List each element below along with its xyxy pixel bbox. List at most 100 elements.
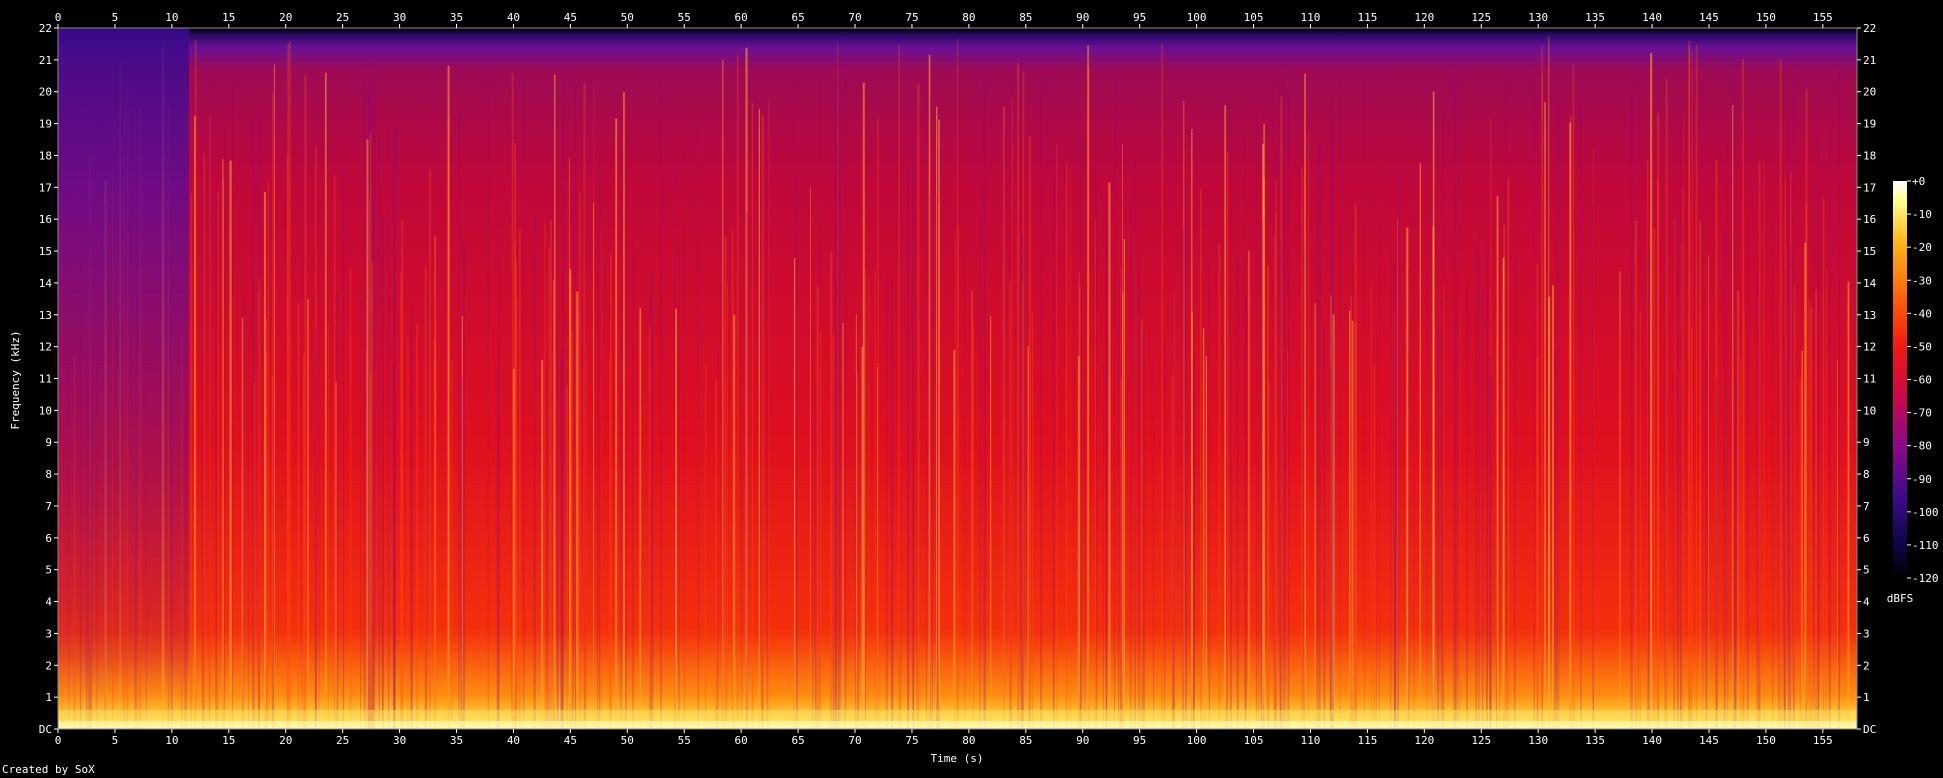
transient-stripe: [1040, 75, 1043, 729]
transient-stripe: [407, 336, 409, 729]
transient-stripe: [1702, 61, 1704, 729]
transient-stripe: [1513, 260, 1516, 729]
transient-stripe: [874, 270, 876, 729]
x-axis-bottom: 0 5 10 15 20 25 30 35 40 45 50 55 60 65 70 75 80 85 90 95 10…: [55, 729, 1833, 747]
transient-stripe: [416, 323, 418, 729]
transient-stripe: [1323, 326, 1326, 729]
colorbar-tick-label: -100: [1912, 506, 1939, 519]
transient-stripe: [498, 203, 500, 729]
transient-stripe: [576, 291, 579, 729]
transient-stripe: [907, 166, 910, 729]
transient-stripe: [1164, 346, 1166, 729]
transient-stripe: [1056, 144, 1058, 729]
transient-stripe: [814, 385, 817, 729]
transient-stripe: [1556, 101, 1558, 730]
colorbar: +0 -10 -20 -30 -40 -50 -60 -70 -80 -90 -100 -110 -12…: [1887, 175, 1939, 605]
x-tick-label: 0: [55, 11, 62, 24]
transient-stripe: [1226, 152, 1229, 729]
x-tick-label: 35: [450, 11, 463, 24]
y-tick-label: 14: [39, 277, 53, 290]
transient-stripe: [1778, 369, 1780, 729]
transient-stripe: [678, 249, 680, 730]
transient-stripe: [1120, 378, 1123, 729]
transient-stripe: [1153, 360, 1155, 729]
y-tick-label: DC: [1863, 723, 1876, 736]
transient-stripe: [1087, 45, 1089, 729]
transient-stripe: [1028, 137, 1031, 730]
x-tick-label: 50: [621, 11, 634, 24]
y-tick-label: 17: [1863, 181, 1876, 194]
transient-stripe: [429, 168, 431, 729]
transient-stripe: [615, 118, 618, 730]
transient-stripe: [371, 261, 374, 729]
transient-stripe: [1664, 197, 1666, 729]
transient-stripe: [1244, 138, 1246, 729]
transient-stripe: [1017, 63, 1020, 730]
transient-stripe: [1489, 377, 1492, 729]
transient-stripe: [877, 116, 879, 730]
transient-stripe: [546, 364, 549, 729]
transient-stripe: [401, 219, 404, 730]
transient-stripe: [258, 279, 260, 729]
x-tick-label: 110: [1301, 734, 1321, 747]
transient-stripe: [593, 84, 595, 729]
transient-stripe: [625, 139, 627, 729]
transient-stripe: [324, 72, 327, 729]
transient-stripe: [272, 92, 274, 729]
x-tick-label: 135: [1585, 11, 1605, 24]
transient-stripe: [1287, 86, 1290, 729]
transient-stripe: [761, 114, 764, 729]
transient-stripe: [1453, 51, 1456, 729]
transient-stripe: [252, 120, 255, 730]
y-tick-label: 5: [45, 564, 52, 577]
y-axis-left: DC12345678910111213141516171819202122: [39, 22, 58, 736]
transient-stripe: [1010, 61, 1012, 730]
transient-stripe: [336, 291, 339, 729]
y-tick-label: 9: [1863, 436, 1870, 449]
transient-stripe: [651, 296, 654, 729]
transient-stripe: [1437, 323, 1440, 729]
transient-stripe: [917, 83, 920, 729]
transient-stripe: [1301, 167, 1303, 729]
x-tick-label: 25: [336, 11, 349, 24]
transient-stripe: [1455, 312, 1458, 729]
transient-stripe: [1734, 376, 1737, 729]
transient-stripe: [1763, 162, 1765, 729]
x-tick-label: 10: [165, 11, 178, 24]
y-tick-label: 2: [1863, 659, 1870, 672]
transient-stripe: [1224, 105, 1226, 730]
transient-stripe: [548, 247, 550, 730]
transient-stripe: [736, 54, 739, 729]
transient-stripe: [1172, 290, 1175, 729]
transient-stripe: [1332, 133, 1334, 729]
transient-stripe: [1349, 310, 1351, 729]
colorbar-tick-label: -10: [1912, 208, 1932, 221]
transient-stripe: [519, 229, 521, 730]
transient-stripe: [1142, 325, 1145, 729]
x-tick-label: 55: [678, 11, 691, 24]
colorbar-tick-label: -20: [1912, 241, 1932, 254]
x-tick-label: 40: [507, 11, 520, 24]
transient-stripe: [1682, 115, 1684, 729]
colorbar-tick-label: +0: [1912, 175, 1925, 188]
x-tick-label: 20: [279, 11, 292, 24]
transient-stripe: [373, 92, 376, 729]
transient-stripe: [1200, 189, 1202, 730]
transient-stripe: [731, 230, 734, 729]
transient-stripe: [550, 220, 552, 729]
y-tick-label: 3: [45, 627, 52, 640]
transient-stripe: [1813, 181, 1815, 729]
transient-stripe: [1569, 122, 1572, 730]
transient-stripe: [733, 314, 736, 729]
y-tick-label: 20: [39, 86, 52, 99]
colorbar-tick-label: -90: [1912, 473, 1932, 486]
y-tick-label: 11: [39, 373, 52, 386]
transient-stripe: [201, 183, 204, 730]
transient-stripe: [758, 109, 761, 729]
transient-stripe: [541, 359, 544, 729]
transient-stripe: [1475, 242, 1478, 729]
x-tick-label: 125: [1471, 11, 1491, 24]
transient-stripe: [1742, 58, 1745, 729]
transient-stripe: [424, 266, 427, 729]
transient-stripe: [1732, 104, 1734, 729]
